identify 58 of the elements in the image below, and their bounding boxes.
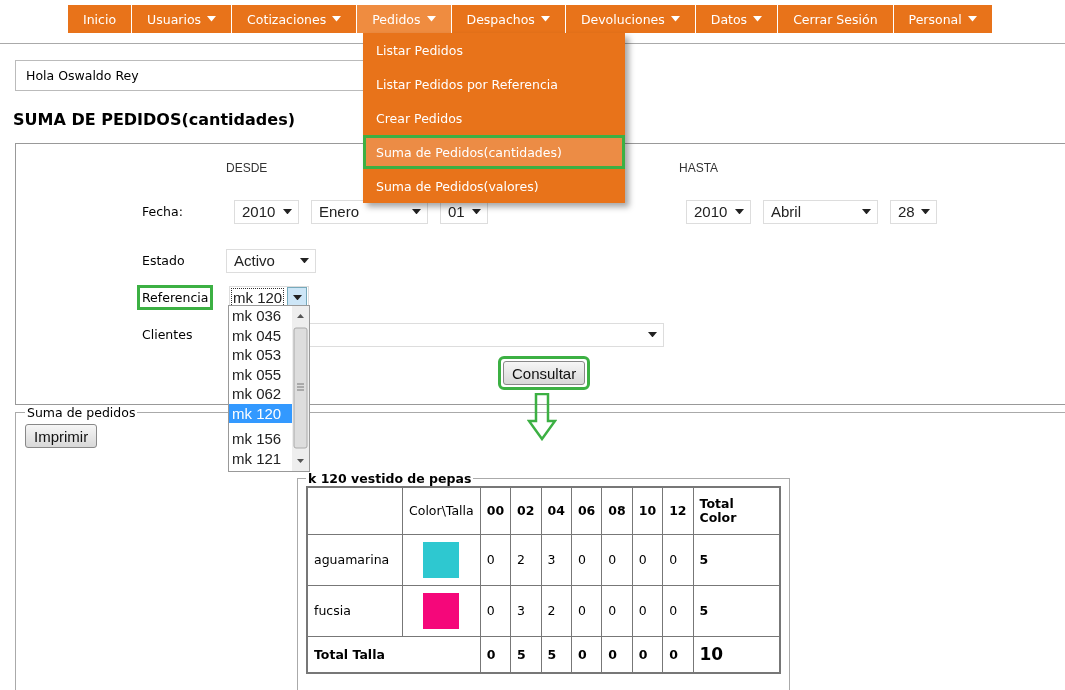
section-heading: HASTA — [679, 161, 720, 175]
panel-legend: Suma de pedidos — [25, 405, 138, 420]
table-cell: 0 — [632, 585, 663, 637]
consultar-button[interactable]: Consultar — [503, 361, 586, 385]
table-cell: 0 — [480, 534, 511, 586]
table-cell: 0 — [601, 585, 633, 637]
caret-icon — [648, 331, 657, 338]
table-cell: 0 — [632, 534, 663, 586]
column-header: 10 — [632, 487, 663, 535]
caret-icon — [282, 208, 292, 215]
list-option[interactable]: mk 053 — [229, 345, 292, 365]
table-cell: fucsia — [307, 585, 403, 637]
table-title: k 120 vestido de pepas — [307, 471, 473, 486]
column-header: 08 — [601, 487, 633, 535]
table-cell: 3 — [510, 585, 541, 637]
column-header: 02 — [510, 487, 541, 535]
column-header: 00 — [480, 487, 511, 535]
scrollbar[interactable] — [292, 306, 309, 471]
dropdown[interactable]: Enero — [311, 199, 428, 224]
column-header: Color\Talla — [402, 487, 481, 535]
list-option[interactable]: mk 045 — [229, 325, 292, 345]
table-cell: 0 — [480, 585, 511, 637]
field-label: Fecha: — [141, 203, 184, 221]
caret-icon — [299, 257, 309, 264]
field-label: Referencia — [137, 285, 214, 310]
list-option[interactable]: mk 156 — [229, 429, 292, 449]
caret-icon — [471, 208, 481, 215]
field-label: Estado — [141, 252, 186, 270]
table-cell: 0 — [571, 585, 602, 637]
column-header: 06 — [571, 487, 602, 535]
down-arrow-icon — [527, 393, 557, 441]
list-option[interactable]: mk 055 — [229, 364, 292, 384]
caret-icon — [292, 294, 302, 301]
section-heading: DESDE — [226, 161, 269, 175]
caret-icon — [734, 208, 744, 215]
field-label: Clientes — [141, 326, 194, 344]
table-cell: 0 — [571, 534, 602, 586]
list-option[interactable]: mk 121 — [229, 448, 292, 468]
table-cell: 0 — [662, 585, 694, 637]
column-header: 12 — [662, 487, 694, 535]
dropdown[interactable]: Activo — [226, 248, 316, 273]
table-cell: 2 — [510, 534, 541, 586]
table-cell: aguamarina — [307, 534, 403, 586]
caret-icon — [861, 208, 871, 215]
caret-icon — [920, 208, 930, 215]
dropdown[interactable]: 28 — [890, 199, 937, 224]
caret-icon — [411, 208, 421, 215]
dropdown[interactable]: 2010 — [234, 199, 299, 224]
list-option[interactable]: mk 062 — [229, 384, 292, 404]
print-button[interactable]: Imprimir — [25, 424, 98, 448]
table-cell: 0 — [601, 534, 633, 586]
column-header: 04 — [541, 487, 572, 535]
table-cell: 0 — [662, 534, 694, 586]
table-cell: 2 — [541, 585, 572, 637]
dropdown[interactable]: 2010 — [686, 199, 751, 224]
table-cell: 3 — [541, 534, 572, 586]
dropdown[interactable]: Abril — [763, 199, 878, 224]
page-title: SUMA DE PEDIDOS(cantidades) — [13, 110, 295, 129]
